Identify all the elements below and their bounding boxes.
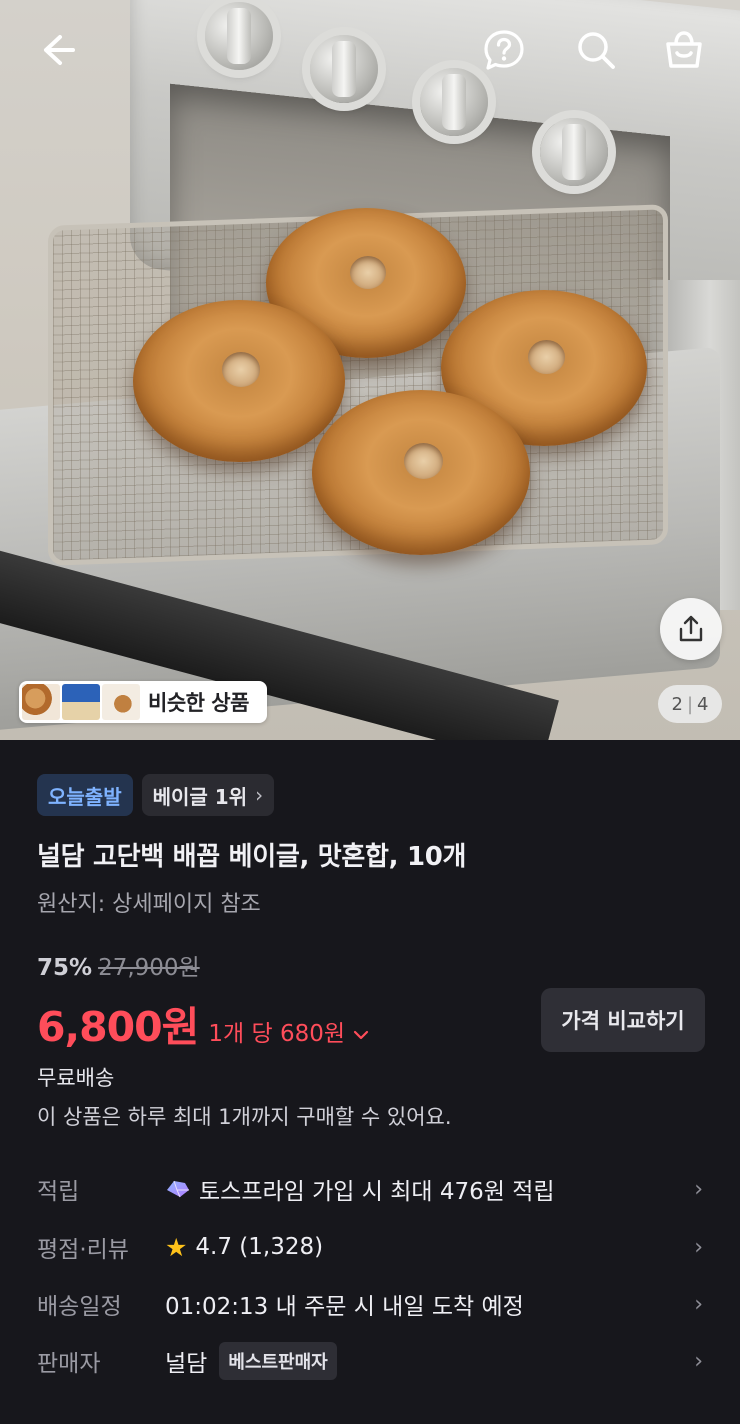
unit-price: 1개 당 680원 bbox=[208, 1021, 346, 1047]
discount-row: 75% 27,900원 bbox=[37, 948, 200, 982]
chevron-right-icon: › bbox=[694, 1348, 703, 1374]
search-icon bbox=[578, 32, 615, 69]
chevron-right-icon: › bbox=[694, 1176, 703, 1202]
similar-products-button[interactable]: 비슷한 상품 bbox=[19, 681, 267, 723]
info-value: 01:02:13 내 주문 시 내일 도착 예정 bbox=[165, 1294, 524, 1320]
help-button[interactable] bbox=[478, 24, 530, 76]
rating-text: 4.7 (1,328) bbox=[195, 1234, 324, 1260]
back-button[interactable] bbox=[32, 24, 84, 76]
discount-rate: 75% bbox=[37, 955, 93, 981]
similar-product-thumbnail bbox=[62, 684, 100, 720]
shopping-bag-icon bbox=[666, 31, 702, 68]
oven-knob bbox=[540, 118, 608, 186]
page-separator: | bbox=[686, 693, 694, 715]
current-page: 2 bbox=[671, 693, 683, 715]
similar-products-label: 비슷한 상품 bbox=[148, 691, 249, 715]
today-shipping-tag: 오늘출발 bbox=[37, 774, 133, 816]
info-row-points[interactable]: 적립 토스프라임 가입 시 최대 476원 적립 › bbox=[37, 1169, 703, 1209]
rank-label: 베이글 1위 bbox=[152, 784, 248, 809]
info-label: 판매자 bbox=[37, 1351, 101, 1377]
info-row-delivery[interactable]: 배송일정 01:02:13 내 주문 시 내일 도착 예정 › bbox=[37, 1284, 703, 1324]
question-circle-icon bbox=[484, 30, 524, 70]
oven-knob bbox=[310, 35, 378, 103]
unit-price-toggle[interactable]: 1개 당 680원 bbox=[208, 1014, 370, 1048]
info-value: 널담 베스트판매자 bbox=[165, 1342, 683, 1380]
sale-price: 6,800원 bbox=[37, 1003, 199, 1051]
best-seller-badge: 베스트판매자 bbox=[219, 1342, 337, 1380]
free-shipping-label: 무료배송 bbox=[37, 1066, 115, 1090]
share-icon bbox=[679, 615, 703, 642]
chevron-right-icon: › bbox=[694, 1291, 703, 1317]
total-pages: 4 bbox=[697, 693, 709, 715]
similar-product-thumbnail bbox=[22, 684, 60, 720]
info-label: 적립 bbox=[37, 1179, 80, 1205]
product-title: 널담 고단백 배꼽 베이글, 맛혼합, 10개 bbox=[37, 842, 467, 872]
seller-name: 널담 bbox=[165, 1351, 208, 1377]
chevron-down-icon bbox=[354, 1030, 369, 1040]
category-rank-tag[interactable]: 베이글 1위 › bbox=[141, 774, 275, 816]
product-origin: 원산지: 상세페이지 참조 bbox=[37, 892, 261, 917]
product-detail-page: 비슷한 상품 2 | 4 오늘출발 베이글 1위 › 널담 고단백 배꼽 베이글… bbox=[0, 0, 740, 1424]
info-value: ★ 4.7 (1,328) bbox=[165, 1234, 683, 1260]
product-tags: 오늘출발 베이글 1위 › bbox=[37, 774, 275, 816]
oven-knob bbox=[420, 68, 488, 136]
toss-prime-icon bbox=[167, 1180, 189, 1198]
product-image-gallery[interactable]: 비슷한 상품 2 | 4 bbox=[0, 0, 740, 740]
oven-knob bbox=[205, 2, 273, 70]
arrow-left-icon bbox=[44, 35, 75, 65]
cart-button[interactable] bbox=[658, 24, 710, 76]
points-text: 토스프라임 가입 시 최대 476원 적립 bbox=[199, 1179, 555, 1205]
star-icon: ★ bbox=[165, 1232, 188, 1262]
price-compare-button[interactable]: 가격 비교하기 bbox=[541, 988, 705, 1052]
info-row-seller[interactable]: 판매자 널담 베스트판매자 › bbox=[37, 1341, 703, 1381]
similar-product-thumbnail bbox=[102, 684, 140, 720]
info-value: 토스프라임 가입 시 최대 476원 적립 bbox=[165, 1172, 683, 1206]
chevron-right-icon: › bbox=[694, 1234, 703, 1260]
share-button[interactable] bbox=[660, 598, 722, 660]
image-page-indicator: 2 | 4 bbox=[658, 685, 722, 723]
info-label: 배송일정 bbox=[37, 1294, 122, 1320]
bagel-illustration bbox=[312, 390, 530, 555]
original-price: 27,900원 bbox=[98, 955, 200, 981]
info-label: 평점·리뷰 bbox=[37, 1237, 129, 1263]
search-button[interactable] bbox=[570, 24, 622, 76]
price-row: 6,800원 1개 당 680원 bbox=[37, 993, 370, 1053]
info-row-rating[interactable]: 평점·리뷰 ★ 4.7 (1,328) › bbox=[37, 1227, 703, 1267]
chevron-right-icon: › bbox=[255, 783, 264, 807]
purchase-limit-note: 이 상품은 하루 최대 1개까지 구매할 수 있어요. bbox=[37, 1105, 452, 1129]
bagel-illustration bbox=[133, 300, 345, 462]
